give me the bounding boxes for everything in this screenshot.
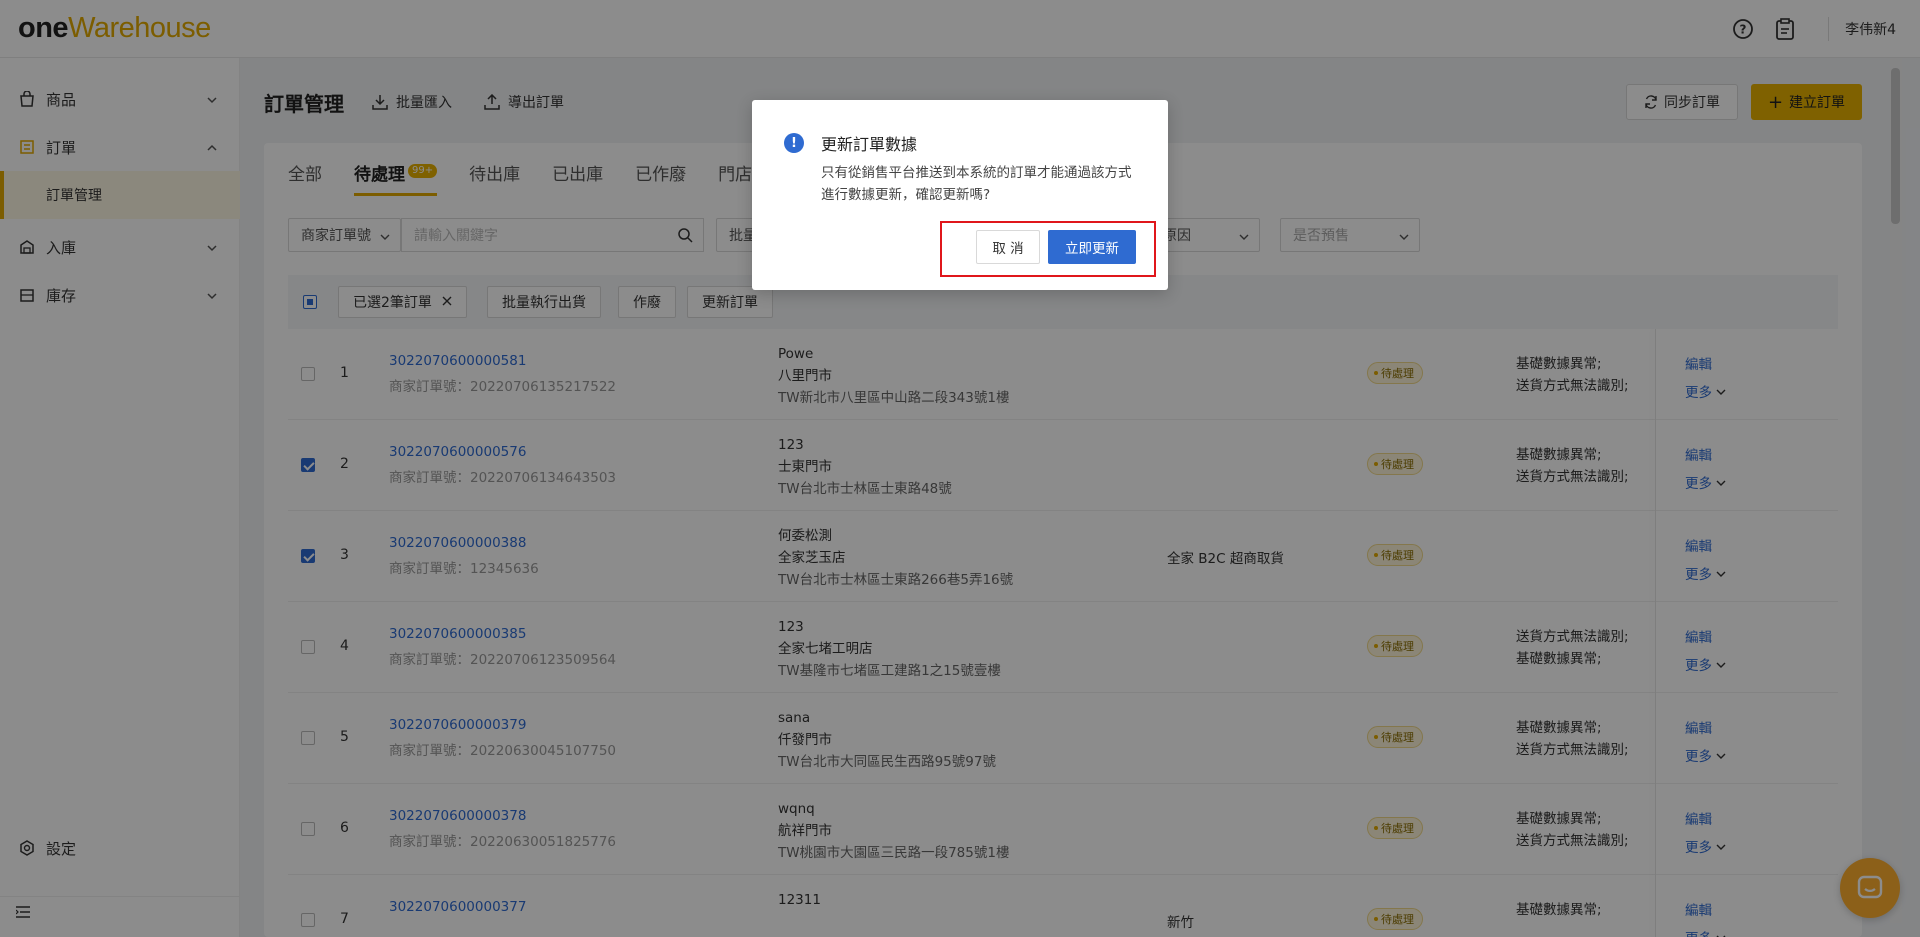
dialog-message: 只有從銷售平台推送到本系統的訂單才能通過該方式進行數據更新，確認更新嗎? [821,165,1132,203]
highlight-box [940,221,1156,277]
info-icon: ! [784,133,804,153]
dialog-title: 更新訂單數據 [821,135,918,154]
